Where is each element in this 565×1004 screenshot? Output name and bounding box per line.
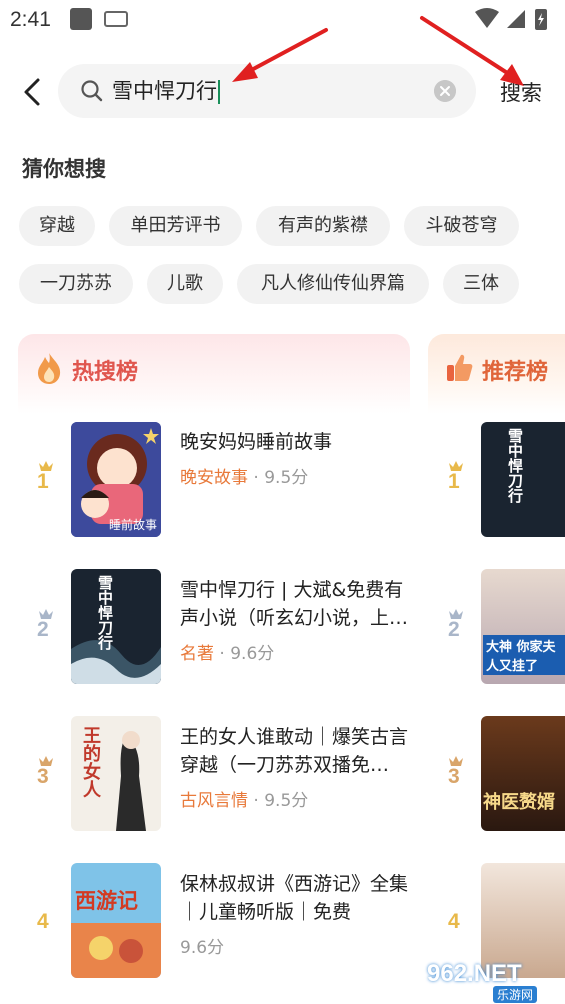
book-meta: 晚安故事 · 9.5分 [180,468,309,488]
search-input[interactable]: 雪中悍刀行 [58,64,476,118]
rank-number: 1 [448,470,460,493]
keyboard-icon [104,11,128,27]
thumbs-up-icon [447,354,473,381]
rank-number: 3 [448,765,460,788]
suggestion-tag[interactable]: 一刀苏苏 [19,264,133,304]
rank-number: 4 [448,910,460,933]
recommend-board-header[interactable]: 推荐榜 [428,334,565,414]
status-time: 2:41 [10,8,51,31]
cover-caption: 睡前故事 [109,518,158,532]
book-score: 9.5分 [264,468,309,488]
suggestion-tag[interactable]: 儿歌 [147,264,223,304]
rank-number: 2 [448,618,460,641]
signal-icon [507,10,525,28]
cover-caption: 大神 你家夫人又挂了 [483,635,565,675]
search-button[interactable]: 搜索 [500,77,542,107]
book-score: 9.6分 [230,644,275,664]
cover-caption: 西游记 [75,889,138,913]
book-score: 9.6分 [180,938,225,958]
back-arrow-icon[interactable] [18,74,48,110]
book-cover[interactable]: 大神 你家夫人又挂了 [481,569,565,684]
suggestion-tag[interactable]: 斗破苍穹 [404,206,519,246]
book-category[interactable]: 晚安故事 [180,468,248,488]
suggestion-tag[interactable]: 单田芳评书 [109,206,242,246]
book-cover[interactable]: 雪中悍刀行 [71,569,161,684]
flame-icon [38,353,61,384]
book-title[interactable]: 保林叔叔讲《西游记》全集｜儿童畅听版｜免费 [180,870,412,926]
suggestion-tag[interactable]: 三体 [443,264,519,304]
text-caret [218,80,220,104]
book-cover[interactable]: 王的女人 [71,716,161,831]
site-watermark: 962.NET 乐游网 [421,960,561,1003]
book-meta: 9.6分 [180,933,224,958]
suggestion-tag[interactable]: 有声的紫襟 [256,206,390,246]
watermark-text: 962.NET [427,960,522,987]
clear-icon[interactable] [434,80,456,102]
book-score: 9.5分 [264,791,309,811]
cover-caption: 王的女人 [80,726,101,798]
watermark-subtext: 乐游网 [493,986,538,1003]
cover-caption: 神医赘婿 [483,792,555,813]
rank-number: 2 [37,618,49,641]
book-cover[interactable]: 西游记 [71,863,161,978]
recommend-board-title: 推荐榜 [482,360,549,385]
book-cover[interactable]: 睡前故事 [71,422,161,537]
hot-board-header[interactable]: 热搜榜 [18,334,410,414]
cover-caption: 雪中悍刀行 [506,428,524,503]
rank-number: 3 [37,765,49,788]
suggestion-tag[interactable]: 凡人修仙传仙界篇 [237,264,429,304]
hot-board-title: 热搜榜 [72,360,139,385]
book-title[interactable]: 王的女人谁敢动｜爆笑古言穿越（一刀苏苏双播免… [180,723,412,779]
notification-icon [70,8,92,30]
book-title[interactable]: 晚安妈妈睡前故事 [180,428,412,456]
suggestion-tag[interactable]: 穿越 [19,206,95,246]
cover-caption: 雪中悍刀行 [96,575,114,650]
suggestions-title: 猜你想搜 [22,157,106,181]
book-meta: 名著 · 9.6分 [180,644,275,664]
book-cover[interactable]: 雪中悍刀行 [481,422,565,537]
search-query-text[interactable]: 雪中悍刀行 [112,77,220,105]
book-title[interactable]: 雪中悍刀行 | 大斌&免费有声小说（听玄幻小说，上… [180,576,412,632]
search-icon [81,80,103,102]
book-category[interactable]: 名著 [180,644,214,664]
rank-number: 1 [37,470,49,493]
book-category[interactable]: 古风言情 [180,791,248,811]
book-cover[interactable]: 神医赘婿 [481,716,565,831]
book-meta: 古风言情 · 9.5分 [180,791,309,811]
rank-number: 4 [37,910,49,933]
system-status-icons [475,8,547,30]
status-bar: 2:41 [0,0,565,40]
wifi-icon [475,8,499,28]
